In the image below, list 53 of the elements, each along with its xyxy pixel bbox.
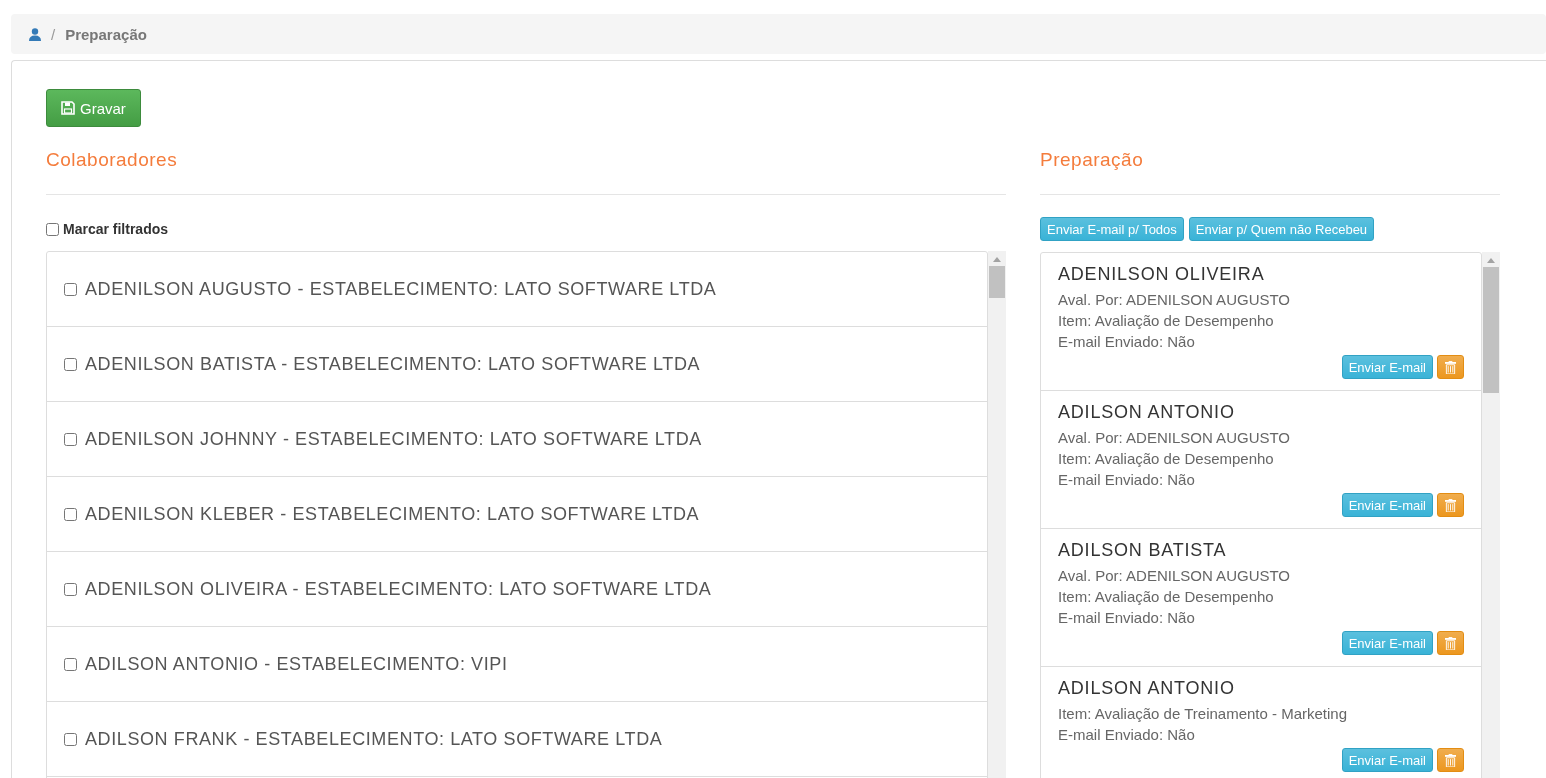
checkbox[interactable] <box>46 222 59 236</box>
collaborator-row[interactable]: ADENILSON OLIVEIRA - ESTABELECIMENTO: LATO SOFTWARE LTDA <box>47 552 987 627</box>
delete-button[interactable] <box>1437 631 1464 655</box>
checkbox[interactable] <box>64 732 77 746</box>
trash-icon <box>1445 636 1456 650</box>
collaborator-label: ADENILSON AUGUSTO - ESTABELECIMENTO: LATO SOFTWARE LTDA <box>85 278 717 300</box>
collaborator-label: ADILSON FRANK - ESTABELECIMENTO: LATO SOFTWARE LTDA <box>85 728 663 750</box>
trash-icon <box>1445 498 1456 512</box>
card-detail: E-mail Enviado: Não <box>1058 725 1196 745</box>
person-name: ADILSON ANTONIO <box>1058 678 1236 699</box>
checkbox-label: Marcar filtrados <box>63 221 169 237</box>
card-detail: Aval. Por: ADENILSON AUGUSTO <box>1058 290 1292 310</box>
delete-button[interactable] <box>1437 748 1464 772</box>
checkbox[interactable] <box>64 582 77 596</box>
person-name: ADENILSON OLIVEIRA <box>1058 264 1266 285</box>
collaborator-row[interactable]: ADILSON ANTONIO - ESTABELECIMENTO: VIPI <box>47 627 987 702</box>
checkbox[interactable] <box>64 432 77 446</box>
checkbox[interactable] <box>64 282 77 296</box>
checkbox[interactable] <box>64 507 77 521</box>
trash-icon <box>1445 753 1456 767</box>
breadcrumb-current: Preparação <box>65 25 147 43</box>
trash-icon <box>1445 360 1456 374</box>
card-detail: E-mail Enviado: Não <box>1058 470 1196 490</box>
card-detail: Item: Avaliação de Desempenho <box>1058 587 1275 607</box>
collaborator-label: ADENILSON OLIVEIRA - ESTABELECIMENTO: LATO SOFTWARE LTDA <box>85 578 712 600</box>
delete-button[interactable] <box>1437 355 1464 379</box>
person-name: ADILSON BATISTA <box>1058 540 1228 561</box>
collaborator-label: ADENILSON JOHNNY - ESTABELECIMENTO: LATO SOFTWARE LTDA <box>85 428 702 450</box>
collaborator-row[interactable]: ADENILSON KLEBER - ESTABELECIMENTO: LATO SOFTWARE LTDA <box>47 477 987 552</box>
checkbox[interactable] <box>64 657 77 671</box>
section-title: Colaboradores <box>46 149 1006 195</box>
collaborator-label: ADILSON ANTONIO - ESTABELECIMENTO: VIPI <box>85 653 508 675</box>
collaborator-row[interactable]: ADENILSON BATISTA - ESTABELECIMENTO: LATO SOFTWARE LTDA <box>47 327 987 402</box>
delete-button[interactable] <box>1437 493 1464 517</box>
section-title: Preparação <box>1040 149 1500 195</box>
card-detail: Item: Avaliação de Desempenho <box>1058 311 1275 331</box>
collaborator-label: ADENILSON BATISTA - ESTABELECIMENTO: LATO SOFTWARE LTDA <box>85 353 701 375</box>
collaborator-row[interactable]: ADENILSON AUGUSTO - ESTABELECIMENTO: LATO SOFTWARE LTDA <box>47 252 987 327</box>
card-detail: Item: Avaliação de Treinamento - Marketing <box>1058 704 1349 724</box>
collaborator-label: ADENILSON KLEBER - ESTABELECIMENTO: LATO SOFTWARE LTDA <box>85 503 700 525</box>
card-detail: Aval. Por: ADENILSON AUGUSTO <box>1058 566 1292 586</box>
card-detail: Aval. Por: ADENILSON AUGUSTO <box>1058 428 1292 448</box>
card-detail: E-mail Enviado: Não <box>1058 608 1196 628</box>
scrollbar[interactable] <box>1482 252 1500 778</box>
card-detail: E-mail Enviado: Não <box>1058 332 1196 352</box>
collaborator-row[interactable]: ADILSON FRANK - ESTABELECIMENTO: LATO SOFTWARE LTDA <box>47 702 987 777</box>
collaborator-row[interactable]: ADENILSON JOHNNY - ESTABELECIMENTO: LATO SOFTWARE LTDA <box>47 402 987 477</box>
checkbox[interactable] <box>64 357 77 371</box>
person-name: ADILSON ANTONIO <box>1058 402 1236 423</box>
breadcrumb-separator: / <box>51 25 56 43</box>
user-icon[interactable] <box>29 27 41 41</box>
scrollbar[interactable] <box>988 251 1006 778</box>
card-detail: Item: Avaliação de Desempenho <box>1058 449 1275 469</box>
